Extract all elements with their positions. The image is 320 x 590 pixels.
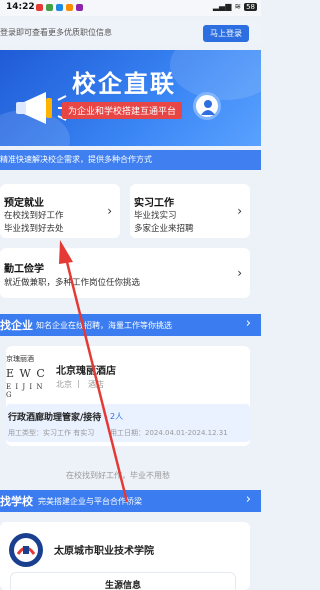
chevron-right-icon: › [245,492,251,507]
section-desc: 完美搭建企业与平台合作桥梁 [38,497,142,506]
section-title: 找企业 [0,319,33,332]
banner-subtitle: 为企业和学校搭建互通平台 [62,102,183,119]
company-logo: 京瑰丽酒 E W C E I J I N G [6,355,46,399]
info-strip-text: 精准快速解决校企需求，提供多种合作方式 [0,155,152,164]
company-name: 北京瑰丽酒店 [56,366,116,377]
card-title: 预定就业 [4,198,44,209]
app-icon [76,4,83,11]
notification-icons [36,4,83,11]
wifi-icon: ≋ [234,2,242,11]
job-date: 用工日期：2024.04.01-2024.12.31 [110,429,228,437]
decor-cloud [170,50,261,100]
login-prompt-bar: 登录即可查看更多优质职位信息 马上登录 [0,22,261,44]
app-icon [56,4,63,11]
job-type: 用工类型：实习工作 有实习 [8,429,95,437]
banner-title: 校企直联 [72,69,176,98]
status-time: 14:22 [6,2,35,12]
school-card[interactable]: 太原城市职业技术学院 生源信息 [0,522,250,590]
system-icons: ▂▄▆ ≋ 58 [213,2,257,11]
card-line: 毕业找到好去处 [4,224,64,234]
company-card[interactable]: 京瑰丽酒 E W C E I J I N G 北京瑰丽酒店 北京 | 酒店 行政… [6,346,250,446]
card-booked-employment[interactable]: 预定就业 在校找到好工作 毕业找到好去处 › [0,184,120,238]
job-listing[interactable]: 行政酒廊助理管家/接待 2人 用工类型：实习工作 有实习 用工日期：2024.0… [6,404,250,442]
card-title: 勤工俭学 [4,264,44,275]
battery-icon: 58 [244,2,257,11]
school-info-label: 生源信息 [104,581,141,590]
card-line: 多家企业来招聘 [134,224,194,234]
card-line: 就近做兼职，多种工作岗位任你挑选 [4,278,141,288]
section-desc: 知名企业在线招聘，海量工作等你挑选 [36,321,172,330]
hero-banner: 校企直联 为企业和学校搭建互通平台 [0,50,261,146]
find-school-header[interactable]: 找学校 完美搭建企业与平台合作桥梁 › [0,490,261,512]
school-logo-icon [9,533,43,567]
card-internship[interactable]: 实习工作 毕业找实习 多家企业来招聘 › [130,184,250,238]
status-bar: 14:22 ▂▄▆ ≋ 58 [0,0,261,16]
company-city: 北京 [56,380,72,389]
chevron-right-icon: › [107,204,112,218]
job-title: 行政酒廊助理管家/接待 [8,413,102,423]
tag-separator: | [77,379,80,388]
job-count: 2人 [110,412,124,421]
app-icon [36,4,43,11]
card-line: 在校找到好工作 [4,211,64,221]
section-title: 找学校 [0,495,33,508]
login-button[interactable]: 马上登录 [203,25,249,42]
signal-icon: ▂▄▆ [212,2,232,11]
card-work-study[interactable]: 勤工俭学 就近做兼职，多种工作岗位任你挑选 › [0,248,250,298]
chevron-right-icon: › [237,266,242,280]
user-badge-icon [193,92,221,120]
find-company-header[interactable]: 找企业 知名企业在线招聘，海量工作等你挑选 › [0,314,261,336]
company-industry: 酒店 [88,380,104,389]
card-line: 毕业找实习 [134,211,177,221]
login-prompt-text: 登录即可查看更多优质职位信息 [0,28,112,37]
chevron-right-icon: › [245,316,251,331]
info-strip: 精准快速解决校企需求，提供多种合作方式 [0,150,261,170]
chevron-right-icon: › [237,204,242,218]
school-info-tab[interactable]: 生源信息 [10,572,236,590]
card-title: 实习工作 [134,198,174,209]
app-icon [46,4,53,11]
app-icon [66,4,73,11]
school-name: 太原城市职业技术学院 [54,546,154,557]
footer-hint: 在校找到好工作，毕业不用愁 [66,471,170,480]
